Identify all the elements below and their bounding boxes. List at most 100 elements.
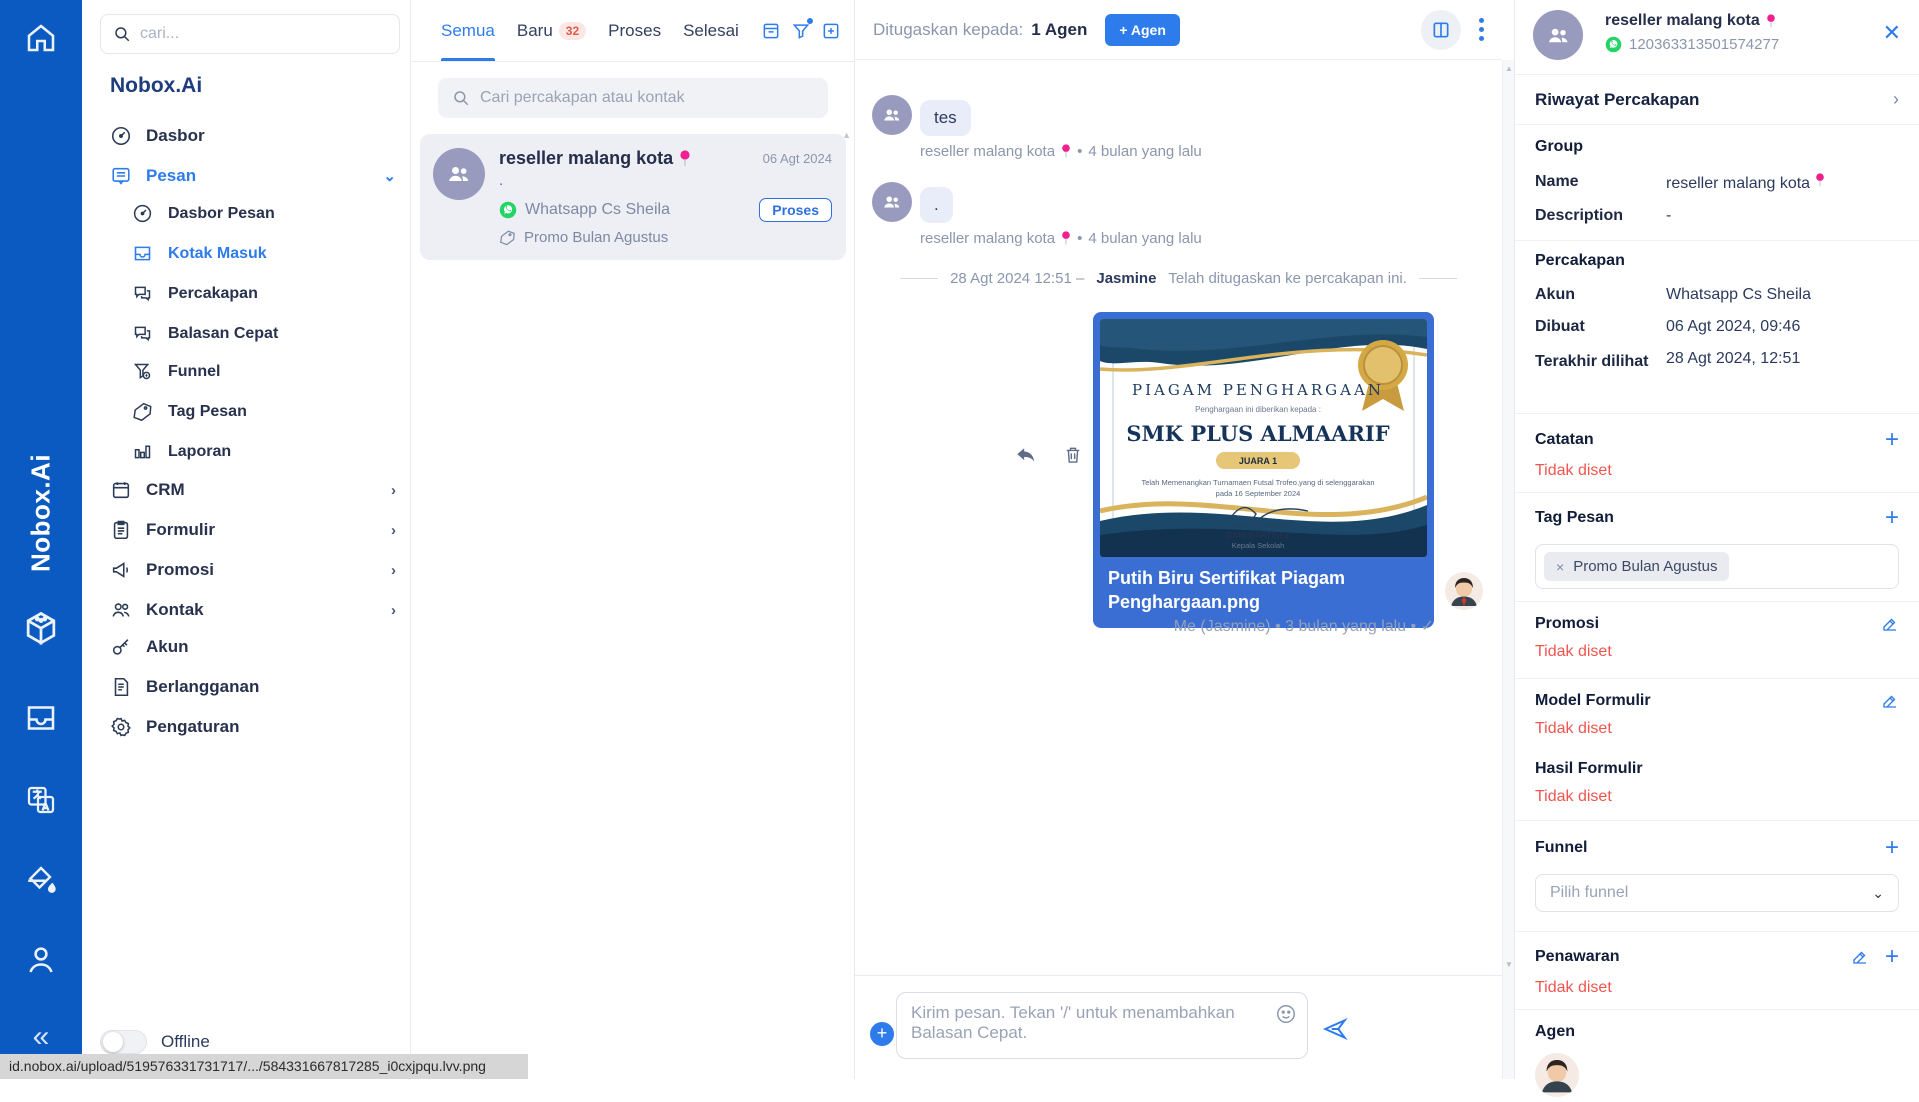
sidebar-item-kontak[interactable]: Kontak › xyxy=(110,595,410,625)
scroll-up-arrow[interactable]: ▲ xyxy=(1505,64,1513,73)
tab-selesai[interactable]: Selesai xyxy=(683,0,739,61)
collapse-sidebar-icon[interactable]: « xyxy=(33,1022,50,1052)
agent-avatar xyxy=(1535,1053,1579,1097)
sidebar-item-dasbor[interactable]: Dasbor xyxy=(110,121,410,151)
terakhir-label: Terakhir dilihat xyxy=(1535,350,1666,373)
megaphone-icon xyxy=(110,559,132,581)
agent-avatar xyxy=(1445,572,1483,610)
form-icon xyxy=(110,519,132,541)
group-section-title: Group xyxy=(1535,138,1899,156)
sidebar-search[interactable] xyxy=(100,14,400,54)
add-tag-button[interactable]: + xyxy=(1885,506,1899,530)
sidebar-item-formulir[interactable]: Formulir › xyxy=(110,515,410,545)
emoji-icon[interactable] xyxy=(1275,1003,1297,1025)
penawaran-value: Tidak diset xyxy=(1535,979,1899,997)
remove-tag-icon[interactable]: × xyxy=(1556,559,1564,575)
sidebar-item-percakapan[interactable]: Percakapan xyxy=(132,279,432,309)
sidebar-item-promosi[interactable]: Promosi › xyxy=(110,555,410,585)
gear-icon xyxy=(110,716,132,738)
add-agent-button[interactable]: + Agen xyxy=(1105,14,1180,46)
funnel-select[interactable]: Pilih funnel ⌄ xyxy=(1535,874,1899,912)
sidebar-item-kotak-masuk[interactable]: Kotak Masuk xyxy=(132,239,432,269)
split-view-button[interactable] xyxy=(1421,10,1461,50)
chevron-right-icon: › xyxy=(391,522,396,539)
conversation-search-input[interactable] xyxy=(480,89,814,107)
attach-plus-button[interactable]: + xyxy=(870,1022,894,1046)
profile-icon[interactable] xyxy=(23,942,59,978)
sidebar-brand: Nobox.Ai xyxy=(110,74,202,98)
penawaran-section: Penawaran + Tidak diset xyxy=(1515,945,1919,997)
akun-value[interactable]: Whatsapp Cs Sheila xyxy=(1666,286,1811,304)
message-input-box[interactable] xyxy=(896,992,1308,1059)
conversation-list-item[interactable]: reseller malang kota 06 Agt 2024 . Whats… xyxy=(420,134,846,260)
message-bubble: . xyxy=(920,187,953,223)
edit-model-formulir-icon[interactable] xyxy=(1881,692,1899,710)
tag-input-box[interactable]: × Promo Bulan Agustus xyxy=(1535,544,1899,589)
funnel-section: Funnel + Pilih funnel ⌄ xyxy=(1515,836,1919,912)
paint-bucket-icon[interactable] xyxy=(23,862,59,898)
edit-promosi-icon[interactable] xyxy=(1881,615,1899,633)
system-note: 28 Agt 2024 12:51 – Jasmine Telah dituga… xyxy=(855,270,1502,287)
sidebar-item-pesan[interactable]: Pesan ⌄ xyxy=(110,161,410,191)
send-icon[interactable] xyxy=(1322,1016,1348,1042)
system-note-agent: Jasmine xyxy=(1096,270,1156,287)
sidebar-item-tag-pesan[interactable]: Tag Pesan xyxy=(132,397,432,427)
funnel-select-placeholder: Pilih funnel xyxy=(1550,884,1628,902)
search-icon xyxy=(113,25,131,43)
bar-chart-icon xyxy=(132,441,154,463)
sidebar-item-akun[interactable]: Akun xyxy=(110,632,410,662)
sidebar-item-funnel[interactable]: Funnel xyxy=(132,357,432,387)
group-name-value[interactable]: reseller malang kota xyxy=(1666,173,1825,193)
status-badge: Proses xyxy=(759,198,832,222)
sidebar-item-laporan[interactable]: Laporan › xyxy=(132,437,432,467)
inbox-icon[interactable] xyxy=(23,700,59,736)
key-icon xyxy=(110,636,132,658)
delete-icon[interactable] xyxy=(1063,445,1083,467)
group-avatar-icon xyxy=(872,182,912,222)
catatan-title: Catatan xyxy=(1535,431,1594,449)
penawaran-title: Penawaran xyxy=(1535,948,1619,966)
close-icon[interactable]: ✕ xyxy=(1883,20,1901,46)
group-desc-label: Description xyxy=(1535,207,1666,225)
sidebar-search-input[interactable] xyxy=(140,25,387,43)
add-funnel-button[interactable]: + xyxy=(1885,836,1899,860)
message-input[interactable] xyxy=(897,993,1307,1058)
tab-baru[interactable]: Baru32 xyxy=(517,0,586,61)
svg-text:Penghargaan ini diberikan kepa: Penghargaan ini diberikan kepada : xyxy=(1195,405,1321,414)
reply-icon[interactable] xyxy=(1015,445,1037,467)
left-rail: Nobox.Ai « xyxy=(0,0,82,1079)
add-penawaran-button[interactable]: + xyxy=(1885,945,1899,969)
new-conversation-icon[interactable] xyxy=(821,21,841,41)
pin-icon xyxy=(1061,144,1071,159)
online-status-toggle[interactable] xyxy=(100,1030,147,1054)
filter-icon[interactable] xyxy=(791,21,811,41)
rail-brand-text: Nobox.Ai xyxy=(26,454,57,572)
scroll-down-arrow[interactable]: ▼ xyxy=(1505,960,1513,969)
conversation-search[interactable] xyxy=(438,78,828,118)
nobox-cube-icon[interactable] xyxy=(19,608,63,652)
edit-penawaran-icon[interactable] xyxy=(1851,948,1869,966)
group-avatar-icon xyxy=(1533,10,1583,60)
home-icon[interactable] xyxy=(23,20,59,56)
sidebar-item-balasan-cepat[interactable]: Balasan Cepat xyxy=(132,319,432,349)
add-catatan-button[interactable]: + xyxy=(1885,428,1899,452)
sidebar-item-dasbor-pesan[interactable]: Dasbor Pesan xyxy=(132,199,432,229)
sidebar-item-pengaturan[interactable]: Pengaturan xyxy=(110,712,410,742)
group-avatar-icon xyxy=(872,95,912,135)
catatan-section: Catatan + Tidak diset xyxy=(1515,428,1919,480)
tab-semua[interactable]: Semua xyxy=(441,0,495,61)
conversation-preview: . xyxy=(499,172,832,189)
chat-scrollbar[interactable]: ▲ ▼ xyxy=(1502,60,1514,1079)
hasil-formulir-title: Hasil Formulir xyxy=(1535,760,1643,778)
more-options-icon[interactable] xyxy=(1479,18,1484,41)
history-row[interactable]: Riwayat Percakapan › xyxy=(1515,75,1919,125)
translate-icon[interactable] xyxy=(23,782,59,818)
sidebar-item-crm[interactable]: CRM › xyxy=(110,475,410,505)
tab-proses[interactable]: Proses xyxy=(608,0,661,61)
archive-icon[interactable] xyxy=(761,21,781,41)
document-icon xyxy=(110,676,132,698)
attachment-image-card[interactable]: PIAGAM PENGHARGAAN Penghargaan ini diber… xyxy=(1093,312,1434,628)
sidebar-item-berlangganan[interactable]: Berlangganan xyxy=(110,672,410,702)
conversation-account: Whatsapp Cs Sheila xyxy=(525,201,670,219)
chat-bubbles-icon xyxy=(132,283,154,305)
